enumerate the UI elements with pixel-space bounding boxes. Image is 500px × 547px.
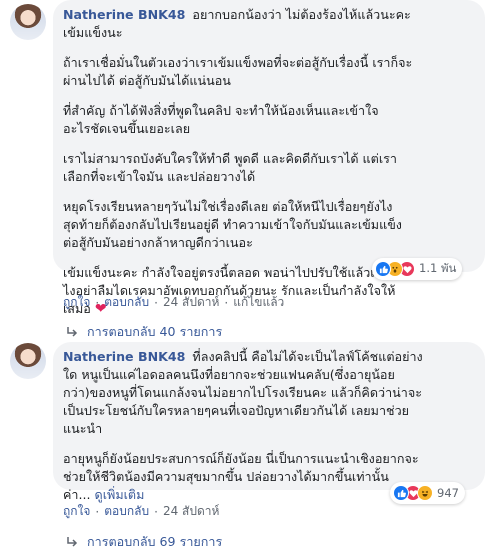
reaction-summary[interactable]: 947 bbox=[390, 482, 465, 504]
reaction-count: 1.1 พัน bbox=[419, 261, 457, 275]
comment-paragraph: ที่สำคัญ ถ้าได้ฟังสิ่งที่พูดในคลิป จะทำใ… bbox=[63, 103, 379, 136]
replies-label: การตอบกลับ 40 รายการ bbox=[87, 324, 223, 339]
thumbs-up-icon bbox=[375, 261, 391, 277]
thumbs-up-icon bbox=[393, 485, 409, 501]
edited-label[interactable]: แก้ไขแล้ว bbox=[233, 293, 284, 312]
like-link[interactable]: ถูกใจ bbox=[63, 293, 90, 312]
avatar[interactable] bbox=[10, 343, 46, 379]
separator-dot: · bbox=[95, 295, 100, 310]
comment-paragraph: Natherine BNK48 ที่ลงคลิปนี้ คือไม่ได้จะเ… bbox=[63, 348, 473, 438]
replies-label: การตอบกลับ 69 รายการ bbox=[87, 534, 223, 547]
see-more-link[interactable]: ดูเพิ่มเติม bbox=[95, 487, 145, 502]
comment-actions: ถูกใจ · ตอบกลับ · 24 สัปดาห์ bbox=[63, 502, 219, 521]
comment-author[interactable]: Natherine BNK48 bbox=[63, 7, 185, 22]
comment-paragraph: ถ้าเราเชื่อมั่นในตัวเองว่าเราเข้มแข็งพอท… bbox=[63, 55, 413, 88]
comment-paragraph: หยุดโรงเรียนหลายๆวันไม่ใช่เรื่องดีเลย ต่… bbox=[63, 199, 402, 250]
reply-link[interactable]: ตอบกลับ bbox=[104, 502, 149, 521]
separator-dot: · bbox=[95, 504, 100, 519]
reaction-summary[interactable]: 1.1 พัน bbox=[372, 258, 463, 280]
like-link[interactable]: ถูกใจ bbox=[63, 502, 90, 521]
haha-face-icon bbox=[417, 485, 433, 501]
comment-paragraph: เราไม่สามารถบังคับใครให้ทำดี พูดดี และคิ… bbox=[63, 151, 397, 184]
reply-arrow-icon bbox=[67, 327, 78, 337]
separator-dot: · bbox=[224, 295, 229, 310]
avatar[interactable] bbox=[10, 4, 46, 40]
reply-arrow-icon bbox=[67, 537, 78, 547]
comment-bubble: Natherine BNK48 อยากบอกน้องว่า ไม่ต้องร้อ… bbox=[53, 0, 485, 317]
reaction-count: 947 bbox=[437, 486, 459, 500]
separator-dot: · bbox=[154, 295, 158, 310]
view-replies-link[interactable]: การตอบกลับ 69 รายการ bbox=[65, 532, 222, 547]
comment-paragraph: Natherine BNK48 อยากบอกน้องว่า ไม่ต้องร้อ… bbox=[63, 6, 473, 42]
separator-dot: · bbox=[154, 504, 158, 519]
comment-bubble: Natherine BNK48 ที่ลงคลิปนี้ คือไม่ได้จะเ… bbox=[53, 342, 485, 502]
comment-author[interactable]: Natherine BNK48 bbox=[63, 349, 185, 364]
timestamp[interactable]: 24 สัปดาห์ bbox=[163, 502, 219, 521]
reply-link[interactable]: ตอบกลับ bbox=[104, 293, 149, 312]
view-replies-link[interactable]: การตอบกลับ 40 รายการ bbox=[65, 322, 222, 342]
comment-actions: ถูกใจ · ตอบกลับ · 24 สัปดาห์ · แก้ไขแล้ว bbox=[63, 293, 284, 312]
timestamp[interactable]: 24 สัปดาห์ bbox=[163, 293, 219, 312]
